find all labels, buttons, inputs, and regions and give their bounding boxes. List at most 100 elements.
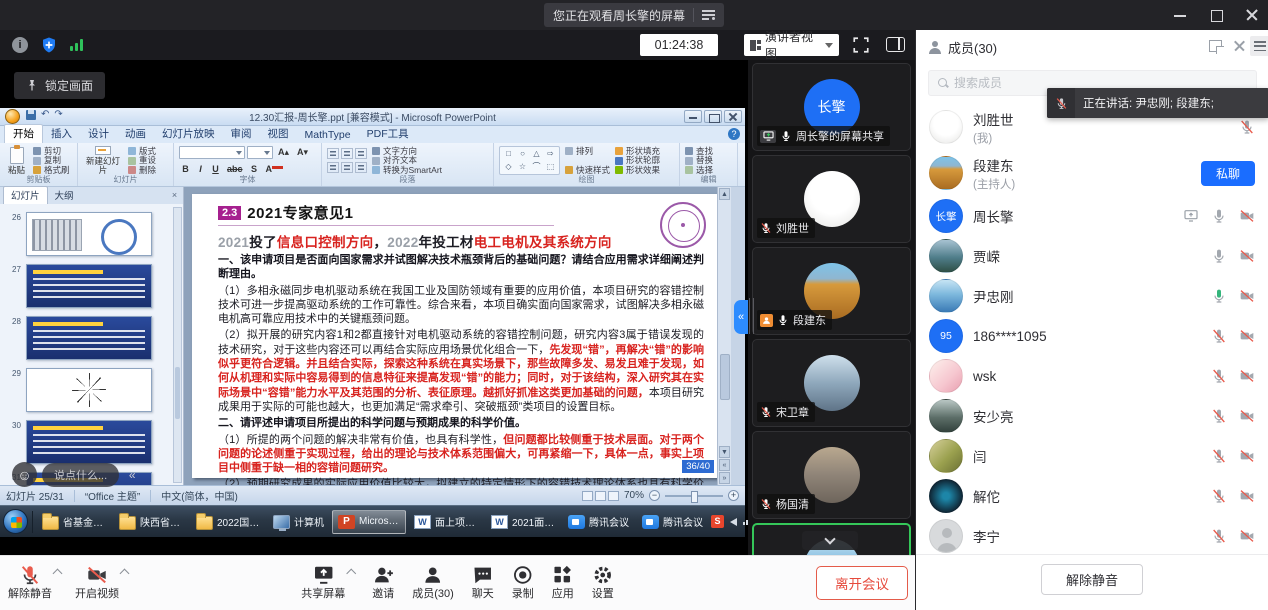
- ppt-maximize-button[interactable]: [704, 110, 722, 123]
- member-row[interactable]: 贾嵘 私聊: [916, 236, 1268, 276]
- mic-status-icon[interactable]: [1211, 288, 1227, 304]
- panel-menu-icon[interactable]: [1250, 36, 1268, 56]
- camera-status-icon[interactable]: [1239, 368, 1255, 384]
- mic-status-icon[interactable]: [1211, 528, 1227, 544]
- mic-status-icon[interactable]: [1211, 488, 1227, 504]
- taskbar-item[interactable]: 2022国家...: [191, 510, 265, 534]
- shape-effects-button[interactable]: 形状效果: [615, 166, 660, 175]
- meeting-info-icon[interactable]: i: [12, 37, 28, 53]
- mic-status-icon[interactable]: [1211, 368, 1227, 384]
- video-tile[interactable]: 长擎 周长擎的屏幕共享: [752, 63, 911, 151]
- quick-chat-input[interactable]: 说点什么...: [42, 463, 119, 487]
- ribbon-tab[interactable]: 幻灯片放映: [154, 125, 223, 143]
- camera-status-icon[interactable]: [1239, 408, 1255, 424]
- slide-thumbnail[interactable]: 26: [26, 212, 152, 256]
- find-button[interactable]: 查找: [685, 147, 713, 156]
- numbering-icon[interactable]: [341, 148, 353, 159]
- view-mode-selector[interactable]: 演讲者视图: [744, 34, 839, 56]
- member-row[interactable]: 尹忠刚 私聊: [916, 276, 1268, 316]
- indent-icon[interactable]: [355, 148, 367, 159]
- network-signal-icon[interactable]: [70, 39, 83, 51]
- close-pane-icon[interactable]: [169, 190, 180, 201]
- ribbon-tab[interactable]: 开始: [4, 124, 43, 143]
- taskbar-item[interactable]: 腾讯会议: [563, 510, 634, 534]
- camera-status-icon[interactable]: [1239, 528, 1255, 544]
- mic-status-icon[interactable]: [1239, 119, 1255, 135]
- minimize-button[interactable]: [1174, 9, 1186, 21]
- thumbnails-scrollbar[interactable]: [173, 207, 182, 483]
- align-text-button[interactable]: 对齐文本: [372, 156, 442, 165]
- ribbon-tab[interactable]: 设计: [80, 125, 117, 143]
- paste-button[interactable]: 粘贴: [5, 146, 28, 175]
- popout-panel-icon[interactable]: [1209, 40, 1222, 52]
- redo-icon[interactable]: ↷: [54, 110, 62, 120]
- new-slide-button[interactable]: 新建幻灯片: [83, 146, 123, 175]
- camera-status-icon[interactable]: [1239, 208, 1255, 224]
- slide-thumbnail[interactable]: 28: [26, 316, 152, 360]
- member-row[interactable]: 段建东 (主持人) 私聊: [916, 150, 1268, 196]
- toolbar-button[interactable]: 设置: [592, 564, 614, 600]
- toolbar-button[interactable]: 共享屏幕: [301, 564, 354, 600]
- font-size-select[interactable]: [247, 146, 273, 159]
- close-button[interactable]: [1246, 9, 1258, 21]
- select-button[interactable]: 选择: [685, 166, 713, 175]
- member-row[interactable]: 李宁 私聊: [916, 516, 1268, 554]
- save-icon[interactable]: [26, 110, 36, 120]
- cut-button[interactable]: 剪切: [33, 147, 70, 156]
- office-button[interactable]: [5, 109, 20, 124]
- layout-button[interactable]: 版式: [128, 147, 156, 156]
- help-icon[interactable]: [728, 128, 740, 140]
- replace-button[interactable]: 替换: [685, 156, 713, 165]
- ppt-close-button[interactable]: [724, 110, 742, 123]
- taskbar-item[interactable]: 计算机: [268, 510, 329, 534]
- member-row[interactable]: 闫 私聊: [916, 436, 1268, 476]
- shrink-font-button[interactable]: A▾: [294, 146, 311, 159]
- ribbon-tab[interactable]: 审阅: [223, 125, 260, 143]
- collapse-strip-button[interactable]: [802, 531, 858, 550]
- smartart-button[interactable]: 转换为SmartArt: [372, 166, 442, 175]
- camera-options-chevron[interactable]: [120, 569, 130, 579]
- camera-status-icon[interactable]: [1239, 328, 1255, 344]
- slide-scrollbar[interactable]: ▲ ▼ « »: [717, 187, 731, 485]
- mic-status-icon[interactable]: [1211, 408, 1227, 424]
- quick-styles-button[interactable]: 快速样式: [565, 166, 610, 175]
- taskbar-item[interactable]: 腾讯会议: [637, 510, 708, 534]
- ribbon-tab[interactable]: 动画: [117, 125, 154, 143]
- arrange-button[interactable]: 排列: [565, 147, 610, 156]
- mic-status-icon[interactable]: [1211, 448, 1227, 464]
- mic-status-icon[interactable]: [1211, 208, 1227, 224]
- shapes-gallery[interactable]: □○△⇨ ◇☆⌒⬚: [499, 146, 560, 175]
- emoji-icon[interactable]: [12, 462, 37, 487]
- private-chat-button[interactable]: 私聊: [1201, 161, 1255, 186]
- video-tile[interactable]: 宋卫章: [752, 339, 911, 427]
- font-name-select[interactable]: [179, 146, 245, 159]
- ribbon-tab[interactable]: PDF工具: [359, 125, 417, 143]
- taskbar-item[interactable]: 2021面上...: [486, 510, 560, 534]
- maximize-button[interactable]: [1210, 9, 1222, 21]
- collapse-chat-icon[interactable]: [124, 465, 140, 485]
- member-row[interactable]: 长擎 周长擎 私聊: [916, 196, 1268, 236]
- mic-status-icon[interactable]: [1211, 328, 1227, 344]
- collapse-panel-handle[interactable]: [734, 300, 748, 334]
- camera-status-icon[interactable]: [1239, 448, 1255, 464]
- taskbar-item[interactable]: 省基金真...: [37, 510, 111, 534]
- unmute-control[interactable]: 解除静音: [8, 564, 61, 600]
- toolbar-button[interactable]: 聊天: [472, 564, 494, 600]
- resize-grip[interactable]: [749, 298, 754, 334]
- mic-options-chevron[interactable]: [53, 569, 63, 579]
- pin-view-button[interactable]: 锁定画面: [14, 72, 105, 99]
- camera-status-icon[interactable]: [1239, 248, 1255, 264]
- shape-outline-button[interactable]: 形状轮廓: [615, 156, 660, 165]
- volume-icon[interactable]: [730, 518, 737, 526]
- member-row[interactable]: 安少亮 私聊: [916, 396, 1268, 436]
- format-painter-button[interactable]: 格式刷: [33, 166, 70, 175]
- camera-status-icon[interactable]: [1239, 288, 1255, 304]
- ppt-minimize-button[interactable]: [684, 110, 702, 123]
- video-tile[interactable]: 段建东: [752, 247, 911, 335]
- text-direction-button[interactable]: 文字方向: [372, 147, 442, 156]
- shape-fill-button[interactable]: 形状填充: [615, 147, 660, 156]
- toolbar-button[interactable]: 应用: [552, 564, 574, 600]
- unmute-all-button[interactable]: 解除静音: [1041, 564, 1143, 595]
- member-row[interactable]: 95 186****1095 私聊: [916, 316, 1268, 356]
- tab-outline[interactable]: 大纲: [48, 187, 81, 204]
